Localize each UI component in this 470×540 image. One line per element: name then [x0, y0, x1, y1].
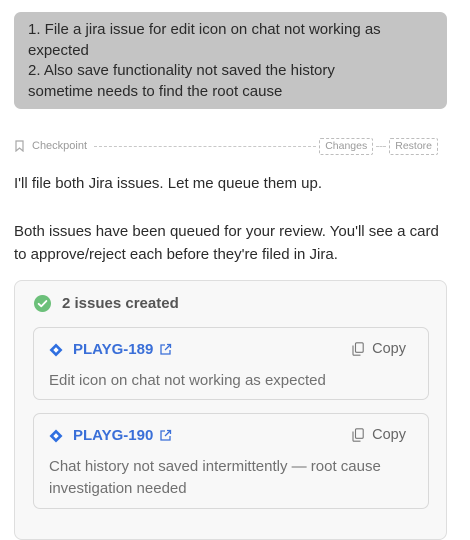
copy-icon	[352, 342, 364, 356]
copy-icon	[352, 428, 364, 442]
copy-label: Copy	[372, 341, 406, 357]
user-message-line: expected	[28, 41, 89, 59]
issue-key-link[interactable]: PLAYG-190	[73, 427, 153, 444]
user-message-line: 1. File a jira issue for edit icon on ch…	[28, 21, 381, 38]
issue-summary: Chat history not saved intermittently — …	[49, 458, 381, 497]
copy-label: Copy	[372, 427, 406, 443]
jira-icon	[49, 343, 63, 356]
issue-summary: Edit icon on chat not working as expecte…	[49, 372, 326, 389]
card-header: 2 issues created	[34, 295, 179, 312]
changes-button[interactable]: Changes	[319, 137, 374, 155]
user-message-bubble: 1. File a jira issue for edit icon on ch…	[14, 12, 447, 109]
copy-button[interactable]: Copy	[352, 341, 406, 357]
user-message-line: 2. Also save functionality not saved the…	[28, 62, 335, 79]
assistant-message: I'll file both Jira issues. Let me queue…	[14, 175, 323, 192]
check-circle-icon	[34, 295, 51, 312]
issue-key-link[interactable]: PLAYG-189	[73, 341, 153, 358]
external-link-icon[interactable]	[159, 429, 172, 442]
restore-button[interactable]: Restore	[389, 137, 438, 155]
checkpoint-divider	[94, 145, 317, 147]
user-message-line: sometime needs to find the root cause	[28, 82, 283, 100]
issue-head: PLAYG-190	[49, 427, 172, 444]
issue-head: PLAYG-189	[49, 341, 172, 358]
checkpoint-row: Checkpoint Changes Restore	[14, 136, 438, 156]
issues-result-card: 2 issues created PLAYG-189 Copy Edit ico…	[14, 280, 447, 540]
external-link-icon[interactable]	[159, 343, 172, 356]
checkpoint-label: Checkpoint	[32, 140, 88, 152]
bookmark-icon	[15, 140, 24, 152]
copy-button[interactable]: Copy	[352, 427, 406, 443]
assistant-message: Both issues have been queued for your re…	[14, 223, 439, 263]
issue-item: PLAYG-189 Copy Edit icon on chat not wor…	[33, 327, 429, 400]
checkpoint-divider	[376, 145, 387, 147]
card-title: 2 issues created	[62, 295, 179, 312]
jira-icon	[49, 429, 63, 442]
issue-item: PLAYG-190 Copy Chat history not saved in…	[33, 413, 429, 509]
